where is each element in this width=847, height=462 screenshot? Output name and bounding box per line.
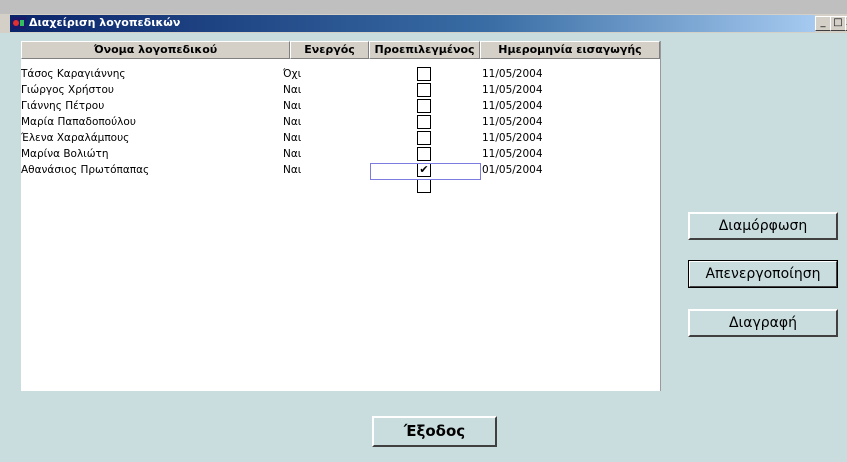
checkbox[interactable]	[417, 83, 431, 97]
cell-date[interactable]: 11/05/2004	[482, 82, 652, 98]
speech-therapists-grid[interactable]: Όνομα λογοπεδικού Ενεργός Προεπιλεγμένος…	[21, 41, 661, 391]
checkbox[interactable]	[417, 131, 431, 145]
cell-date[interactable]: 11/05/2004	[482, 98, 652, 114]
cell-date[interactable]: 11/05/2004	[482, 146, 652, 162]
cell-date[interactable]: 11/05/2004	[482, 130, 652, 146]
cell-name[interactable]	[21, 178, 283, 194]
checkbox[interactable]	[417, 67, 431, 81]
cell-active[interactable]: Ναι	[283, 98, 363, 114]
column-header-active[interactable]: Ενεργός	[290, 41, 369, 59]
cell-active[interactable]: Ναι	[283, 130, 363, 146]
deactivate-button[interactable]: Απενεργοποίηση	[688, 260, 838, 288]
checkbox[interactable]	[417, 115, 431, 129]
delete-button[interactable]: Διαγραφή	[688, 309, 838, 337]
checkbox[interactable]	[417, 147, 431, 161]
cell-name[interactable]: Μαρία Παπαδοπούλου	[21, 114, 283, 130]
table-row[interactable]: Γιάννης Πέτρου Ναι 11/05/2004	[21, 98, 660, 114]
table-row[interactable]: Τάσος Καραγιάννης Όχι 11/05/2004	[21, 66, 660, 82]
minimize-button[interactable]: _	[815, 16, 831, 31]
cell-active[interactable]: Ναι	[283, 114, 363, 130]
cell-name[interactable]: Έλενα Χαραλάμπους	[21, 130, 283, 146]
app-icon	[12, 17, 26, 29]
maximize-button[interactable]: □	[830, 16, 846, 31]
column-header-default[interactable]: Προεπιλεγμένος	[369, 41, 480, 59]
checkbox[interactable]	[417, 99, 431, 113]
table-row[interactable]: Έλενα Χαραλάμπους Ναι 11/05/2004	[21, 130, 660, 146]
cell-name[interactable]: Γιάννης Πέτρου	[21, 98, 283, 114]
table-row[interactable]: Γιώργος Χρήστου Ναι 11/05/2004	[21, 82, 660, 98]
cell-active[interactable]: Ναι	[283, 82, 363, 98]
cell-name[interactable]: Τάσος Καραγιάννης	[21, 66, 283, 82]
table-row[interactable]: Μαρίνα Βολιώτη Ναι 11/05/2004	[21, 146, 660, 162]
table-row[interactable]: Αθανάσιος Πρωτόπαπας Ναι ✔ 01/05/2004	[21, 162, 660, 178]
window-title: Διαχείριση λογοπεδικών	[29, 16, 181, 29]
checkbox[interactable]	[417, 179, 431, 193]
cell-active[interactable]: Ναι	[283, 146, 363, 162]
cell-date[interactable]	[482, 178, 652, 194]
cell-active[interactable]: Όχι	[283, 66, 363, 82]
table-row[interactable]: Μαρία Παπαδοπούλου Ναι 11/05/2004	[21, 114, 660, 130]
cell-date[interactable]: 01/05/2004	[482, 162, 652, 178]
cell-date[interactable]: 11/05/2004	[482, 66, 652, 82]
column-header-name[interactable]: Όνομα λογοπεδικού	[21, 41, 290, 59]
table-row[interactable]	[21, 178, 660, 194]
exit-button[interactable]: Έξοδος	[372, 416, 497, 447]
column-header-date[interactable]: Ημερομηνία εισαγωγής	[480, 41, 660, 59]
focused-cell	[370, 163, 481, 180]
cell-name[interactable]: Μαρίνα Βολιώτη	[21, 146, 283, 162]
cell-name[interactable]: Αθανάσιος Πρωτόπαπας	[21, 162, 283, 178]
configure-button[interactable]: Διαμόρφωση	[688, 212, 838, 240]
cell-name[interactable]: Γιώργος Χρήστου	[21, 82, 283, 98]
cell-active[interactable]	[283, 178, 363, 194]
cell-date[interactable]: 11/05/2004	[482, 114, 652, 130]
cell-active[interactable]: Ναι	[283, 162, 363, 178]
